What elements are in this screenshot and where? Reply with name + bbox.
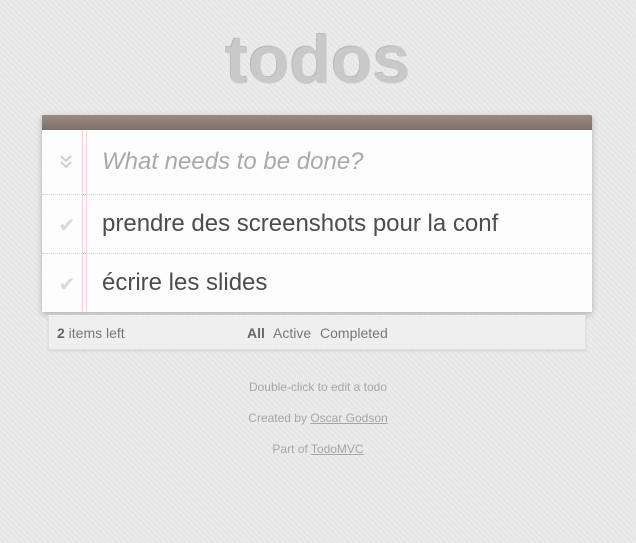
filters: All Active Completed	[247, 325, 393, 341]
todo-count-suffix: items left	[64, 325, 125, 341]
checkmark-icon[interactable]: ✔	[54, 212, 80, 238]
todo-label[interactable]: écrire les slides	[102, 268, 267, 298]
credits-prefix: Created by	[248, 411, 311, 425]
filter-completed[interactable]: Completed	[320, 325, 388, 341]
part-of: Part of TodoMVC	[0, 442, 636, 457]
part-of-prefix: Part of	[272, 442, 311, 456]
todo-app: ✔ prendre des screenshots pour la conf ✔…	[42, 115, 592, 312]
todomvc-link[interactable]: TodoMVC	[311, 442, 364, 456]
filter-all[interactable]: All	[247, 325, 265, 341]
filter-active[interactable]: Active	[273, 325, 311, 341]
todo-count: 2 items left	[57, 325, 125, 341]
todo-count-number: 2	[57, 325, 65, 341]
todo-footer: 2 items left All Active Completed	[48, 315, 586, 350]
margin-line	[82, 130, 87, 194]
checkmark-icon[interactable]: ✔	[54, 271, 80, 297]
margin-line	[82, 195, 87, 253]
todo-item[interactable]: ✔ prendre des screenshots pour la conf	[42, 195, 592, 254]
new-todo-input[interactable]	[102, 144, 572, 180]
todo-item[interactable]: ✔ écrire les slides	[42, 254, 592, 312]
author-link[interactable]: Oscar Godson	[310, 411, 387, 425]
edit-hint: Double-click to edit a todo	[248, 380, 388, 394]
new-todo-row	[42, 130, 592, 195]
chevron-double-down-icon[interactable]	[57, 151, 75, 171]
margin-line	[82, 254, 87, 312]
info: Double-click to edit a todo Created by O…	[0, 380, 636, 473]
credits: Created by Oscar Godson	[0, 411, 636, 426]
app-title: todos	[225, 22, 411, 98]
todo-label[interactable]: prendre des screenshots pour la conf	[102, 209, 498, 239]
header-bar	[42, 115, 592, 130]
